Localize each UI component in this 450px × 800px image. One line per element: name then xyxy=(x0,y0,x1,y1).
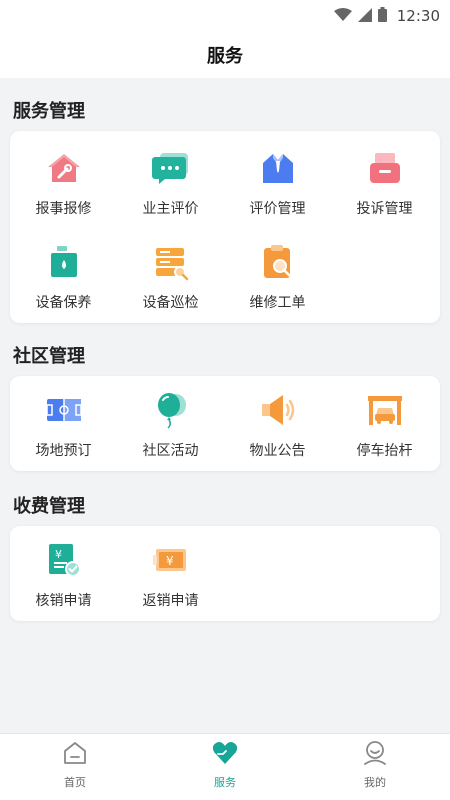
grid-item-label: 业主评价 xyxy=(142,201,199,217)
section-title-community: 社区管理 xyxy=(13,346,85,367)
cell-signal-icon xyxy=(357,7,372,26)
grid-item-owner-review[interactable]: 业主评价 xyxy=(117,148,224,218)
clipboard-search-icon xyxy=(258,242,298,282)
grid-item-work-order[interactable]: 维修工单 xyxy=(224,242,331,312)
grid-item-review-mgmt[interactable]: 评价管理 xyxy=(224,148,331,218)
grid-item-label: 场地预订 xyxy=(35,443,92,459)
yuan-bill-icon: ¥ xyxy=(151,540,191,580)
svg-text:¥: ¥ xyxy=(55,548,62,561)
wifi-icon xyxy=(333,7,352,26)
service-card: 报事报修 业主评价 评价管理 投诉管理 设备保养 设备巡检 维修工单 xyxy=(10,131,440,323)
battery-icon xyxy=(377,6,387,26)
heart-hands-icon xyxy=(212,740,238,770)
parking-car-icon xyxy=(365,390,405,430)
grid-item-reverse-apply[interactable]: ¥ 返销申请 xyxy=(117,540,224,610)
chat-bubble-icon xyxy=(151,148,191,188)
bottom-tab-bar: 首页 服务 我的 xyxy=(0,733,450,800)
grid-item-parking-gate[interactable]: 停车抬杆 xyxy=(331,390,438,460)
sports-field-icon xyxy=(44,390,84,430)
section-title-service: 服务管理 xyxy=(13,101,85,122)
community-card: 场地预订 社区活动 物业公告 停车抬杆 xyxy=(10,376,440,471)
grid-item-label: 报事报修 xyxy=(35,201,92,217)
grid-item-label: 社区活动 xyxy=(142,443,199,459)
grid-item-writeoff-apply[interactable]: ¥ 核销申请 xyxy=(10,540,117,610)
grid-item-label: 投诉管理 xyxy=(356,201,413,217)
tab-home[interactable]: 首页 xyxy=(15,740,135,790)
page-title: 服务 xyxy=(207,46,243,67)
grid-item-complaint[interactable]: 投诉管理 xyxy=(331,148,438,218)
speaker-icon xyxy=(258,390,298,430)
complaint-box-icon xyxy=(365,148,405,188)
house-wrench-icon xyxy=(44,148,84,188)
home-icon xyxy=(62,740,88,770)
tab-label: 服务 xyxy=(214,776,236,789)
grid-item-label: 设备巡检 xyxy=(142,295,199,311)
grid-item-label: 设备保养 xyxy=(35,295,92,311)
grid-item-label: 返销申请 xyxy=(142,593,199,609)
tab-mine[interactable]: 我的 xyxy=(315,740,435,790)
svg-text:¥: ¥ xyxy=(166,554,174,568)
grid-item-venue-booking[interactable]: 场地预订 xyxy=(10,390,117,460)
user-icon xyxy=(362,740,388,770)
billing-card: ¥ 核销申请 ¥ 返销申请 xyxy=(10,526,440,621)
oil-can-icon xyxy=(44,242,84,282)
section-title-billing: 收费管理 xyxy=(13,496,85,517)
grid-item-community-event[interactable]: 社区活动 xyxy=(117,390,224,460)
grid-item-repair[interactable]: 报事报修 xyxy=(10,148,117,218)
server-search-icon xyxy=(151,242,191,282)
balloon-icon xyxy=(151,390,191,430)
status-time: 12:30 xyxy=(396,7,440,25)
grid-item-announcement[interactable]: 物业公告 xyxy=(224,390,331,460)
grid-item-label: 维修工单 xyxy=(249,295,306,311)
grid-item-label: 评价管理 xyxy=(249,201,306,217)
nav-bar: 服务 xyxy=(0,32,450,78)
shirt-collar-icon xyxy=(258,148,298,188)
grid-item-label: 停车抬杆 xyxy=(356,443,413,459)
tab-label: 首页 xyxy=(64,776,86,789)
grid-item-label: 物业公告 xyxy=(249,443,306,459)
tab-label: 我的 xyxy=(364,776,386,789)
tab-service[interactable]: 服务 xyxy=(165,740,285,790)
receipt-check-icon: ¥ xyxy=(44,540,84,580)
grid-item-maintenance[interactable]: 设备保养 xyxy=(10,242,117,312)
status-bar: 12:30 xyxy=(0,0,450,32)
grid-item-label: 核销申请 xyxy=(35,593,92,609)
grid-item-inspection[interactable]: 设备巡检 xyxy=(117,242,224,312)
